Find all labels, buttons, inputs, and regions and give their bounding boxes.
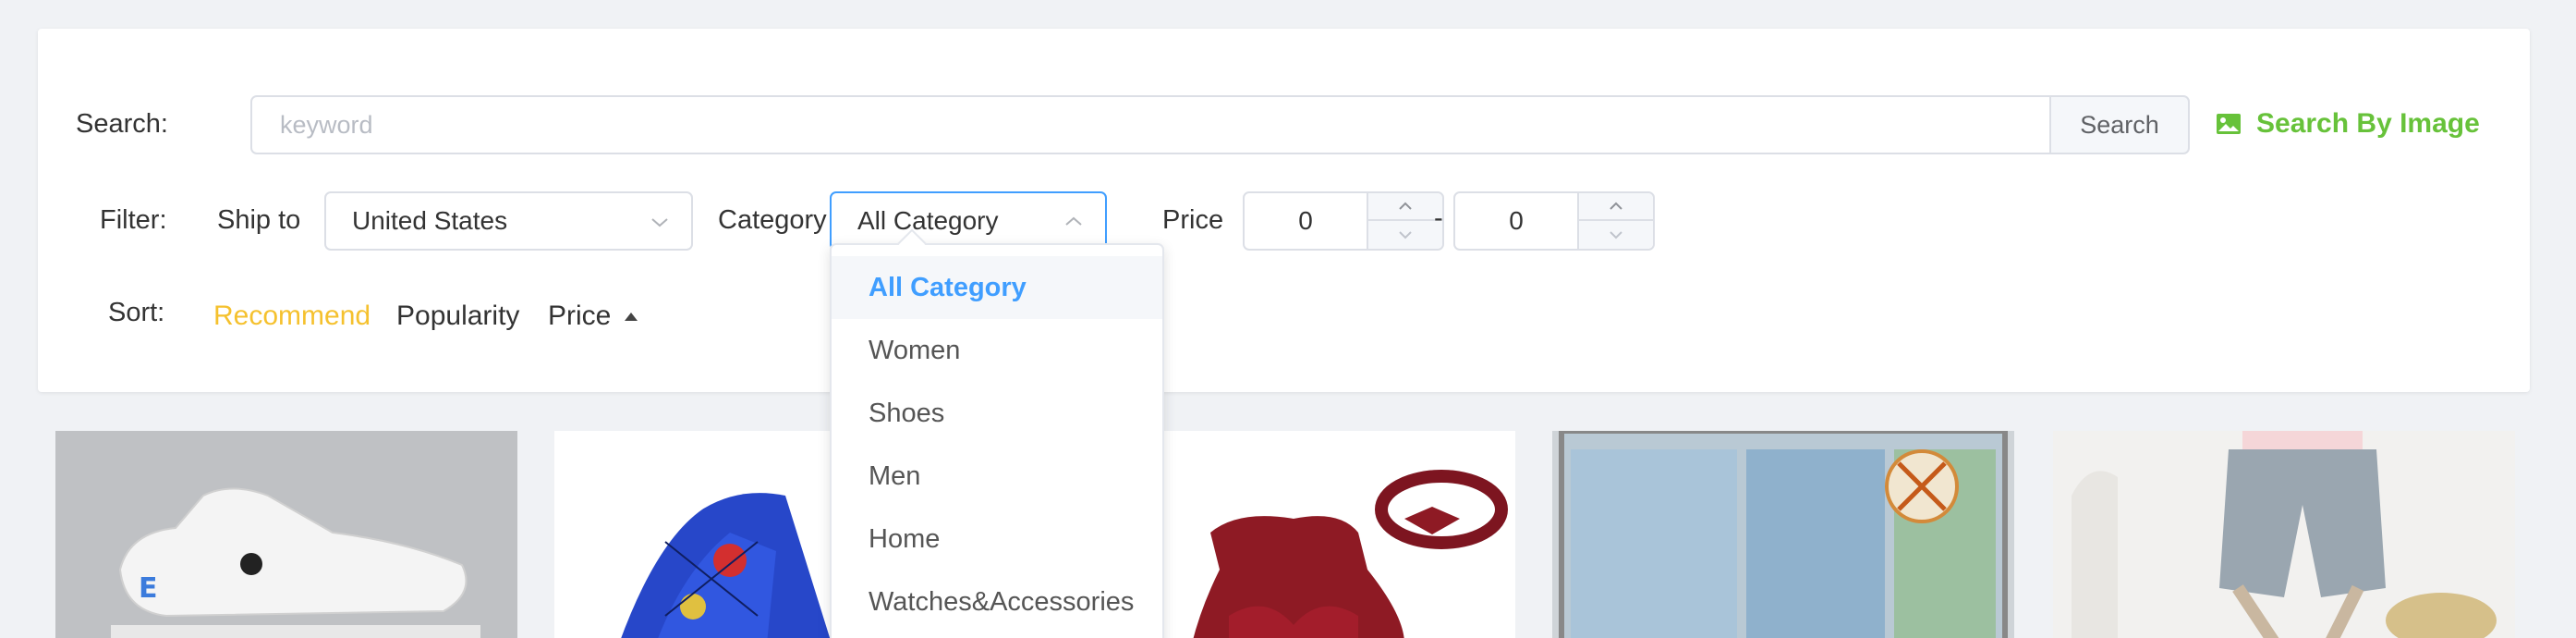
price-min-input[interactable]: 0	[1243, 191, 1444, 251]
product-card[interactable]	[1552, 431, 2014, 638]
category-option-all[interactable]: All Category	[832, 256, 1162, 319]
denim-shorts-image	[2053, 431, 2515, 638]
search-by-image-button[interactable]: Search By Image	[2216, 108, 2480, 140]
category-option-shoes[interactable]: Shoes	[832, 382, 1162, 445]
chevron-down-icon	[1399, 231, 1412, 239]
price-max-decrement[interactable]	[1579, 221, 1653, 249]
sort-label: Sort:	[108, 298, 165, 327]
chevron-up-icon	[1399, 202, 1412, 210]
ship-to-label: Ship to	[217, 205, 301, 235]
price-separator: -	[1434, 203, 1443, 233]
image-icon	[2217, 114, 2241, 134]
price-max-value: 0	[1509, 206, 1524, 235]
product-card[interactable]	[2053, 431, 2515, 638]
price-min-increment[interactable]	[1368, 193, 1442, 221]
sort-popularity[interactable]: Popularity	[396, 301, 519, 332]
sort-price-label: Price	[548, 301, 612, 331]
category-value: All Category	[857, 206, 999, 235]
price-max-increment[interactable]	[1579, 193, 1653, 221]
price-min-stepper	[1367, 193, 1442, 249]
price-min-decrement[interactable]	[1368, 221, 1442, 249]
category-label: Category	[718, 205, 827, 235]
filter-label: Filter:	[100, 205, 167, 235]
product-card[interactable]: E	[55, 431, 517, 638]
clog-shoe-image: E	[55, 431, 517, 638]
sort-price[interactable]: Price	[548, 301, 638, 332]
window-screen-image	[1552, 431, 2014, 638]
sort-recommend[interactable]: Recommend	[213, 301, 371, 332]
category-select[interactable]: All Category	[830, 191, 1107, 251]
price-label: Price	[1162, 205, 1224, 235]
chevron-up-icon	[1065, 216, 1082, 226]
search-input[interactable]	[250, 95, 2052, 154]
chevron-up-icon	[1610, 202, 1622, 210]
search-label: Search:	[76, 109, 168, 139]
filter-panel: Search: Search Search By Image Filter: S…	[38, 29, 2530, 392]
category-dropdown-menu: All Category Women Shoes Men Home Watche…	[830, 228, 1164, 638]
price-max-stepper	[1577, 193, 1653, 249]
category-option-women[interactable]: Women	[832, 319, 1162, 382]
ship-to-select[interactable]: United States	[324, 191, 693, 251]
ship-to-value: United States	[352, 206, 508, 235]
chevron-down-icon	[651, 218, 668, 227]
category-option-watches-accessories[interactable]: Watches&Accessories	[832, 571, 1162, 633]
category-option-home[interactable]: Home	[832, 508, 1162, 571]
search-by-image-label: Search By Image	[2256, 108, 2480, 139]
price-max-input[interactable]: 0	[1453, 191, 1655, 251]
category-option-men[interactable]: Men	[832, 445, 1162, 508]
search-button[interactable]: Search	[2049, 95, 2190, 154]
svg-text:E: E	[139, 572, 158, 605]
chevron-down-icon	[1610, 231, 1622, 239]
caret-up-icon	[625, 313, 638, 321]
price-min-value: 0	[1298, 206, 1313, 235]
